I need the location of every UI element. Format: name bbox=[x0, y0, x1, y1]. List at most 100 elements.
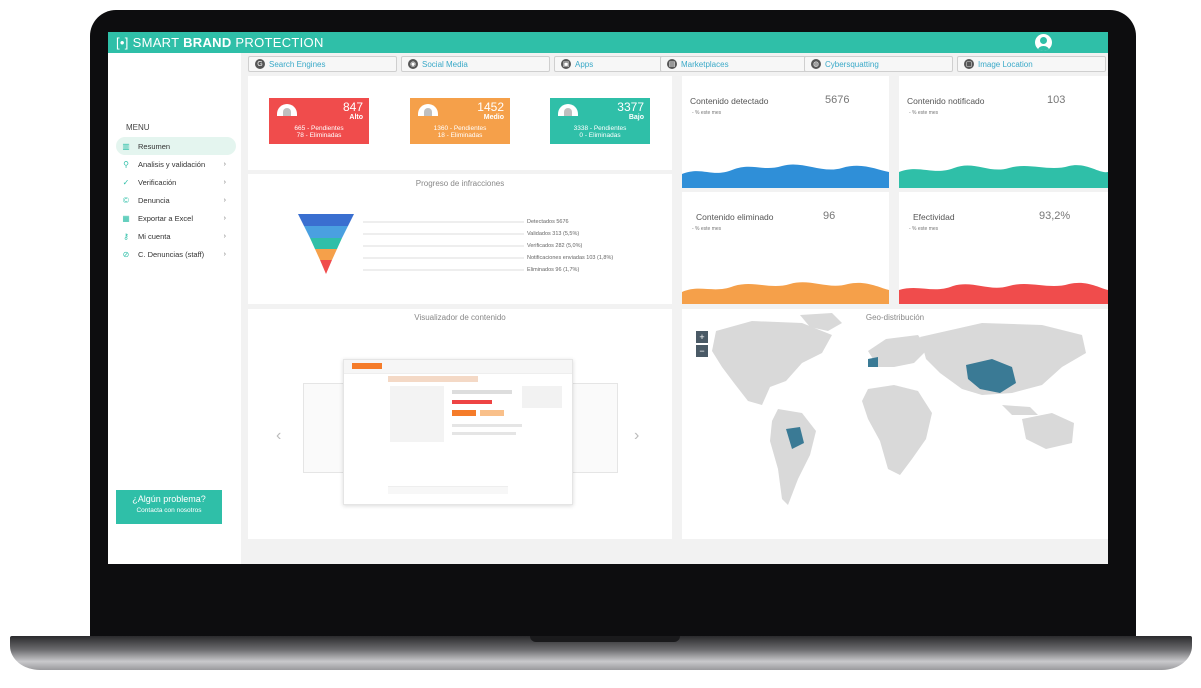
chevron-right-icon[interactable]: › bbox=[634, 427, 639, 445]
stat-label: Contenido detectado bbox=[690, 96, 769, 106]
severity-removed: 78 - Eliminadas bbox=[296, 132, 342, 139]
sidebar-item-label: Exportar a Excel bbox=[138, 213, 194, 223]
brand-rest: PROTECTION bbox=[231, 35, 324, 50]
progress-panel: Progreso de infracciones Detectados 5676… bbox=[248, 174, 672, 304]
severity-removed: 0 - Eliminadas bbox=[579, 132, 621, 139]
severity-count: 3377 bbox=[617, 100, 644, 114]
globe-icon: ◍ bbox=[811, 59, 821, 69]
user-avatar-icon[interactable] bbox=[1035, 34, 1052, 51]
tab-label: Marketplaces bbox=[681, 59, 729, 69]
brand-smart: SMART bbox=[132, 35, 184, 50]
screenshot-thumb-right[interactable] bbox=[568, 383, 618, 473]
sparkline-detectado bbox=[682, 164, 889, 188]
funnel-label: Notificaciones enviadas 103 (1,8%) bbox=[527, 255, 614, 261]
severity-pending: 3338 - Pendientes bbox=[573, 125, 627, 132]
check-icon: ✓ bbox=[122, 177, 130, 187]
funnel-label: Detectados 5676 bbox=[527, 219, 569, 225]
content-viewer-panel: Visualizador de contenido ‹ › bbox=[248, 309, 672, 539]
gauge-icon bbox=[558, 104, 578, 116]
brand-logo[interactable]: [•] SMART BRAND PROTECTION bbox=[116, 35, 324, 50]
australia bbox=[1022, 413, 1074, 449]
funnel-stage-detectados bbox=[298, 214, 354, 226]
stat-card-efectividad[interactable]: Efectividad 93,2% - % este mes bbox=[899, 192, 1108, 304]
stat-sub: - % este mes bbox=[909, 110, 939, 116]
gauge-icon bbox=[277, 104, 297, 116]
sidebar-item-label: Mi cuenta bbox=[138, 231, 171, 241]
sparkline-efectividad bbox=[899, 282, 1108, 304]
stat-value: 96 bbox=[823, 210, 836, 222]
tab-label: Social Media bbox=[422, 59, 468, 69]
chart-icon: ▥ bbox=[122, 141, 130, 151]
africa bbox=[862, 385, 932, 475]
stat-value: 93,2% bbox=[1039, 210, 1071, 222]
sidebar-item-cuenta[interactable]: ⚷ Mi cuenta › bbox=[116, 227, 236, 245]
screenshot-preview[interactable] bbox=[343, 359, 573, 505]
chevron-right-icon: › bbox=[223, 178, 226, 186]
funnel-stage-notificaciones bbox=[315, 249, 337, 260]
table-icon: ▦ bbox=[122, 213, 130, 223]
sidebar-item-label: Resumen bbox=[138, 141, 171, 151]
social-icon: ◉ bbox=[408, 59, 418, 69]
stat-sub: - % este mes bbox=[692, 226, 722, 232]
stat-card-eliminado[interactable]: Contenido eliminado 96 - % este mes bbox=[682, 192, 889, 304]
severity-count: 847 bbox=[342, 100, 363, 114]
laptop-notch bbox=[530, 636, 680, 642]
tab-label: Cybersquatting bbox=[825, 59, 879, 69]
tab-marketplaces[interactable]: ▤ Marketplaces bbox=[660, 56, 809, 72]
world-map[interactable] bbox=[682, 309, 1108, 539]
brand-prefix: [•] bbox=[116, 35, 129, 50]
stat-sub: - % este mes bbox=[909, 226, 939, 232]
stat-value: 5676 bbox=[825, 94, 850, 106]
tab-image-location[interactable]: ▢ Image Location bbox=[957, 56, 1106, 72]
indonesia bbox=[1002, 405, 1038, 415]
chevron-right-icon: › bbox=[223, 232, 226, 240]
ban-icon: ⊘ bbox=[122, 249, 130, 259]
chevron-left-icon[interactable]: ‹ bbox=[276, 427, 281, 445]
severity-pending: 665 - Pendientes bbox=[294, 125, 344, 132]
menu-title: MENU bbox=[126, 123, 150, 132]
app-screen: [•] SMART BRAND PROTECTION MENU ▥ Resumen… bbox=[108, 32, 1108, 564]
stat-label: Efectividad bbox=[913, 212, 955, 222]
funnel-stage-validados bbox=[304, 226, 348, 238]
sidebar-item-analisis[interactable]: ⚲ Analisis y validación › bbox=[116, 155, 236, 173]
stat-card-detectado[interactable]: Contenido detectado 5676 - % este mes bbox=[682, 76, 889, 188]
stat-label: Contenido eliminado bbox=[696, 212, 774, 222]
severity-removed: 18 - Eliminadas bbox=[437, 132, 483, 139]
brand-bold: BRAND bbox=[183, 35, 232, 50]
funnel-label: Verificados 282 (5,0%) bbox=[527, 243, 583, 249]
tab-search-engines[interactable]: G Search Engines bbox=[248, 56, 397, 72]
viewer-title: Visualizador de contenido bbox=[414, 313, 506, 322]
top-bar: [•] SMART BRAND PROTECTION bbox=[108, 32, 1108, 53]
sidebar-item-c-denuncias[interactable]: ⊘ C. Denuncias (staff) › bbox=[116, 245, 236, 263]
severity-panel: 847 Alto 665 - Pendientes 78 - Eliminada… bbox=[248, 76, 672, 170]
help-button[interactable]: ¿Algún problema? Contacta con nosotros bbox=[116, 490, 222, 524]
sidebar-item-label: C. Denuncias (staff) bbox=[138, 249, 205, 259]
stat-card-notificado[interactable]: Contenido notificado 103 - % este mes bbox=[899, 76, 1108, 188]
severity-card-medio[interactable]: 1452 Medio 1360 - Pendientes 18 - Elimin… bbox=[410, 98, 510, 144]
sidebar-item-exportar[interactable]: ▦ Exportar a Excel › bbox=[116, 209, 236, 227]
help-subtitle: Contacta con nosotros bbox=[136, 507, 202, 514]
help-title: ¿Algún problema? bbox=[132, 494, 206, 504]
chevron-right-icon: › bbox=[223, 214, 226, 222]
sidebar-item-denuncia[interactable]: © Denuncia › bbox=[116, 191, 236, 209]
gauge-icon bbox=[418, 104, 438, 116]
apps-icon: ▣ bbox=[561, 59, 571, 69]
key-icon: ⚷ bbox=[123, 231, 129, 241]
funnel-stage-verificados bbox=[310, 238, 342, 249]
sparkline-notificado bbox=[899, 165, 1108, 188]
tab-label: Search Engines bbox=[269, 59, 326, 69]
severity-level: Bajo bbox=[628, 114, 644, 121]
chevron-right-icon: › bbox=[223, 160, 226, 168]
sparkline-eliminado bbox=[682, 282, 889, 304]
sidebar-item-verificacion[interactable]: ✓ Verificación › bbox=[116, 173, 236, 191]
sidebar-item-resumen[interactable]: ▥ Resumen bbox=[116, 137, 236, 155]
sidebar: MENU ▥ Resumen ⚲ Analisis y validación › ✓ V… bbox=[108, 53, 241, 564]
severity-card-alto[interactable]: 847 Alto 665 - Pendientes 78 - Eliminada… bbox=[269, 98, 369, 144]
tab-social-media[interactable]: ◉ Social Media bbox=[401, 56, 550, 72]
severity-card-bajo[interactable]: 3377 Bajo 3338 - Pendientes 0 - Eliminad… bbox=[550, 98, 650, 144]
funnel-chart bbox=[298, 214, 524, 274]
google-icon: G bbox=[255, 59, 265, 69]
severity-pending: 1360 - Pendientes bbox=[433, 125, 487, 132]
laptop-base bbox=[10, 636, 1192, 670]
tab-cybersquatting[interactable]: ◍ Cybersquatting bbox=[804, 56, 953, 72]
